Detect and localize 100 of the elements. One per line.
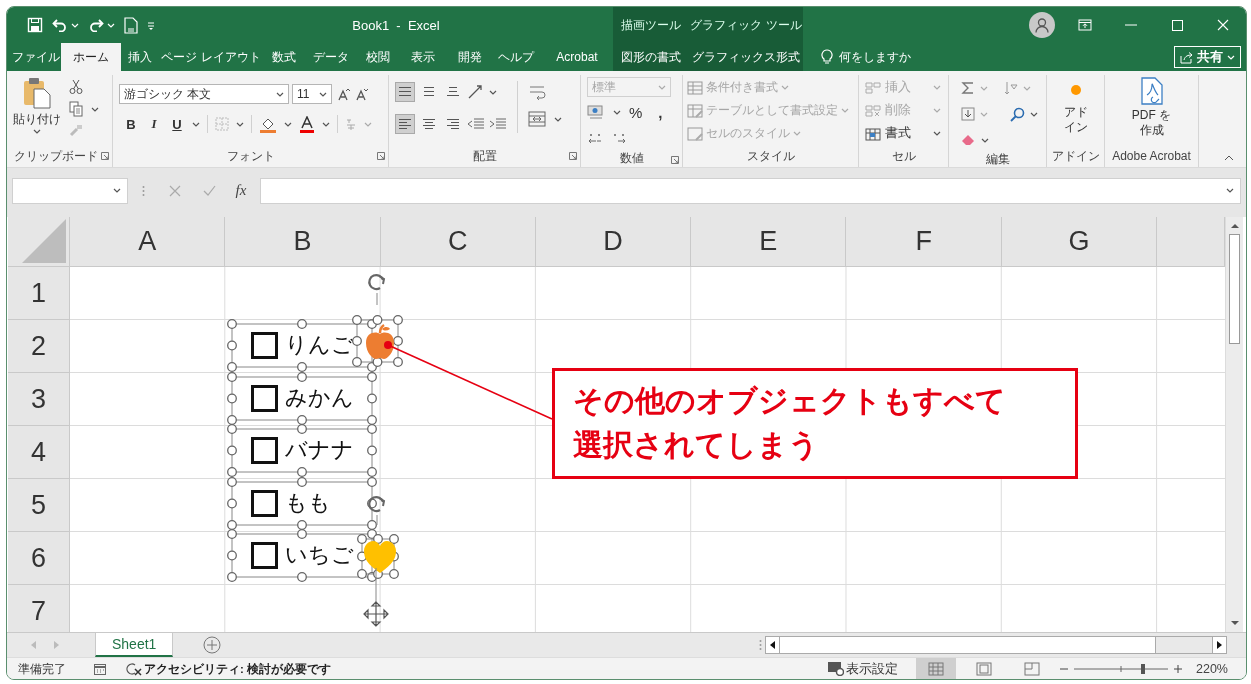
add-ins-button[interactable]: アドイン [1062, 85, 1089, 145]
dialog-launcher-icon[interactable] [377, 152, 385, 160]
zoom-slider[interactable] [1074, 662, 1168, 676]
checkbox-icon[interactable] [251, 542, 278, 569]
caret-icon[interactable] [981, 137, 989, 143]
eraser-icon[interactable] [961, 134, 976, 146]
collapse-ribbon-icon[interactable] [1224, 155, 1234, 161]
caret-icon[interactable] [276, 91, 284, 97]
tell-me-field[interactable]: 何をしますか [839, 50, 949, 64]
scissors-icon[interactable] [69, 79, 83, 95]
ribbon-tab[interactable]: 数式 [263, 43, 305, 71]
ribbon-tab[interactable]: データ [305, 43, 357, 71]
accessibility-status[interactable]: アクセシビリティ: 検討が必要です [144, 661, 332, 677]
ribbon-tab[interactable]: Acrobat [541, 43, 613, 71]
row-header[interactable]: 4 [8, 426, 70, 479]
caret-icon[interactable] [322, 121, 330, 127]
paste-button[interactable]: 貼り付け [13, 77, 61, 145]
dialog-launcher-icon[interactable] [671, 156, 679, 164]
caret-icon[interactable] [113, 188, 121, 193]
caret-icon[interactable] [1226, 188, 1234, 193]
display-settings-button[interactable]: 表示設定 [828, 660, 898, 678]
caret-icon[interactable] [489, 89, 497, 95]
increase-decimal-icon[interactable] [587, 131, 603, 145]
font-name-field[interactable]: 游ゴシック 本文 [119, 84, 289, 104]
save-icon[interactable] [27, 17, 43, 33]
form-checkbox[interactable]: バナナ [227, 424, 377, 477]
caret-icon[interactable] [933, 131, 941, 136]
new-document-icon[interactable] [124, 16, 138, 34]
caret-icon[interactable] [1030, 111, 1038, 117]
increase-indent-icon[interactable] [489, 117, 507, 131]
user-avatar[interactable] [1029, 12, 1055, 38]
merge-cells-icon[interactable] [528, 111, 546, 127]
font-size-field[interactable]: 11 [292, 84, 332, 104]
copy-icon[interactable] [69, 101, 83, 117]
decrease-decimal-icon[interactable] [611, 131, 627, 145]
row-header[interactable]: 6 [8, 532, 70, 585]
caret-icon[interactable] [33, 129, 41, 135]
formula-input-field[interactable] [260, 177, 1241, 204]
caret-icon[interactable] [236, 121, 244, 127]
search-icon[interactable] [1010, 106, 1025, 122]
column-header[interactable]: E [691, 217, 847, 267]
decrease-indent-icon[interactable] [467, 117, 485, 131]
caret-icon[interactable] [284, 121, 292, 127]
row-header[interactable]: 5 [8, 479, 70, 532]
column-header[interactable]: A [70, 217, 226, 267]
create-pdf-button[interactable]: PDF を作成 [1131, 77, 1172, 145]
share-button[interactable]: 共有 [1174, 46, 1241, 68]
dialog-launcher-icon[interactable] [569, 152, 577, 160]
percent-button[interactable]: % [629, 103, 643, 121]
rotation-handle-icon[interactable] [366, 272, 388, 306]
redo-icon[interactable] [88, 18, 104, 32]
cells-menu-button[interactable]: 書式 [865, 123, 942, 144]
row-header[interactable]: 3 [8, 373, 70, 426]
italic-button[interactable]: I [146, 116, 162, 132]
heart-shape[interactable] [364, 540, 396, 573]
column-header[interactable]: B [225, 217, 381, 267]
zoom-level[interactable]: 220% [1196, 662, 1228, 676]
ribbon-tab[interactable]: グラフィックス形式 [689, 43, 803, 71]
underline-button[interactable]: U [169, 116, 185, 132]
calendar-icon[interactable] [94, 663, 106, 675]
splitter-dots-icon[interactable] [759, 639, 763, 651]
column-header[interactable]: F [846, 217, 1002, 267]
checkbox-icon[interactable] [251, 437, 278, 464]
form-checkbox[interactable]: もも [227, 476, 377, 530]
form-checkbox[interactable]: みかん [227, 371, 377, 425]
sheet-tab[interactable]: Sheet1 [95, 633, 174, 657]
font-color-icon[interactable] [299, 115, 315, 133]
ribbon-tab[interactable]: 表示 [398, 43, 448, 71]
zoom-in-icon[interactable] [1174, 665, 1182, 673]
ribbon-tab[interactable]: ページ レイアウト [159, 43, 263, 71]
row-header[interactable]: 7 [8, 585, 70, 632]
form-checkbox[interactable]: いちご [227, 529, 377, 582]
ribbon-tab[interactable]: ファイル [11, 43, 61, 71]
orientation-icon[interactable] [467, 84, 485, 100]
horizontal-scrollbar[interactable] [765, 636, 1227, 654]
ribbon-tab[interactable]: 開発 [448, 43, 491, 71]
fill-down-icon[interactable] [961, 107, 975, 121]
row-header[interactable]: 1 [8, 267, 70, 320]
zoom-slider-thumb[interactable] [1140, 664, 1145, 674]
zoom-out-icon[interactable] [1060, 665, 1068, 673]
align-top-button[interactable] [395, 82, 415, 102]
vertical-scrollbar[interactable] [1225, 217, 1243, 632]
undo-icon[interactable] [52, 18, 68, 32]
caret-icon[interactable] [319, 91, 327, 97]
ribbon-tab[interactable]: 図形の書式 [613, 43, 689, 71]
accessibility-icon[interactable] [126, 662, 142, 676]
ribbon-tab[interactable]: 校閲 [357, 43, 398, 71]
bold-button[interactable]: B [123, 116, 139, 132]
selection-frame-drawing[interactable] [352, 315, 403, 367]
ribbon-tab[interactable]: 挿入 [121, 43, 159, 71]
caret-icon[interactable] [554, 116, 562, 122]
checkbox-icon[interactable] [251, 332, 278, 359]
scrollbar-thumb[interactable] [1229, 234, 1240, 344]
caret-icon[interactable] [91, 106, 99, 112]
rotation-handle-icon[interactable] [366, 494, 388, 526]
align-left-button[interactable] [395, 114, 415, 134]
add-sheet-icon[interactable] [203, 636, 222, 654]
decrease-font-size-icon[interactable] [356, 87, 368, 101]
column-header[interactable]: D [535, 217, 692, 267]
autosum-icon[interactable] [961, 81, 975, 95]
